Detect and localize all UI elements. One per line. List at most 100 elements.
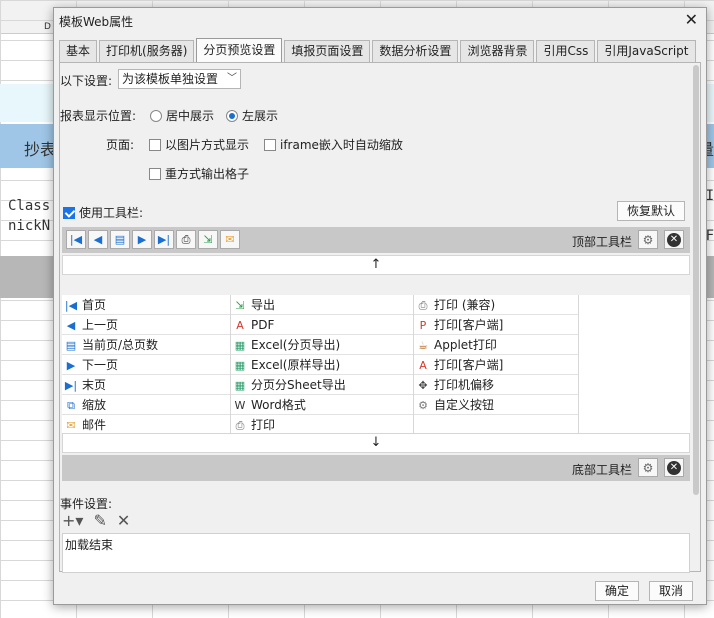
cancel-button[interactable]: 取消 (649, 581, 693, 601)
toolbar-button-grid: |◀ 首页 ◀ 上一页 ▤ 当前页/总页数 ▶ 下一页 ▶| 末页 ⧉ 缩放 ✉ 邮件 ⇲ 导出 A PDF ▦ E… (62, 295, 690, 435)
toolbar-option[interactable]: ⎙ 打印 (兼容) (414, 295, 578, 315)
toolbar-option-label: 缩放 (82, 398, 107, 412)
pdf-print-icon: P (419, 319, 427, 332)
toolbar-option[interactable]: ☕ Applet打印 (414, 335, 578, 355)
grid-output-option[interactable]: 重方式输出格子 (149, 165, 249, 182)
page-preview-panel: 以下设置: 为该模板单独设置 ﹀ 报表显示位置: 居中展示 左展示 页面: 以图… (59, 62, 701, 573)
ok-button[interactable]: 确定 (595, 581, 639, 601)
option-label: iframe嵌入时自动缩放 (280, 138, 403, 152)
print-icon[interactable]: ⎙ (176, 230, 196, 249)
move-down-button[interactable]: ↓ (62, 433, 690, 453)
settings-select[interactable]: 为该模板单独设置 ﹀ (118, 69, 241, 89)
toolbar-option[interactable]: ▶| 末页 (62, 375, 230, 395)
image-display-option[interactable]: 以图片方式显示 (149, 136, 249, 153)
toolbar-option[interactable]: ⚙ 自定义按钮 (414, 395, 578, 415)
option-label: 使用工具栏: (79, 206, 144, 220)
grid-divider (578, 295, 579, 434)
toolbar-option[interactable]: ▶ 下一页 (62, 355, 230, 375)
scrollbar-thumb[interactable] (693, 65, 699, 495)
iframe-scale-option[interactable]: iframe嵌入时自动缩放 (264, 136, 403, 153)
toolbar-option-label: 末页 (82, 378, 107, 392)
toolbar-option-label: Excel(原样导出) (251, 358, 341, 372)
excel-icon: ▦ (234, 379, 246, 392)
move-up-button[interactable]: ↑ (62, 255, 690, 275)
toolbar-option[interactable]: ✉ 邮件 (62, 415, 230, 435)
toolbar-option[interactable]: W Word格式 (231, 395, 413, 415)
iframe-scale-checkbox[interactable] (264, 139, 276, 151)
grid-output-checkbox[interactable] (149, 168, 161, 180)
next-page-icon[interactable]: ▶ (132, 230, 152, 249)
tab-printer-server[interactable]: 打印机(服务器) (99, 40, 195, 62)
move-icon: ✥ (418, 379, 428, 392)
bottom-toolbar-label: 底部工具栏 (571, 463, 632, 477)
toolbar-option[interactable]: ⎙ 打印 (231, 415, 413, 435)
toolbar-option[interactable]: |◀ 首页 (62, 295, 230, 315)
toolbar-option[interactable]: A 打印[客户端] (414, 355, 578, 375)
last-page-icon[interactable]: ▶| (154, 230, 174, 249)
gear-icon[interactable]: ⚙ (638, 230, 658, 249)
tab-page-preview[interactable]: 分页预览设置 (196, 38, 283, 62)
prev-page-icon[interactable]: ◀ (88, 230, 108, 249)
last-page-icon: ▶| (64, 379, 78, 392)
position-center-option[interactable]: 居中展示 (150, 107, 214, 124)
add-event-icon[interactable]: +▾ (62, 511, 83, 530)
position-left-option[interactable]: 左展示 (226, 107, 278, 124)
first-page-icon[interactable]: |◀ (66, 230, 86, 249)
tab-fill-page[interactable]: 填报页面设置 (284, 40, 371, 62)
tab-javascript[interactable]: 引用JavaScript (597, 40, 696, 62)
mail-icon[interactable]: ✉ (220, 230, 240, 249)
delete-icon[interactable]: ✕ (117, 511, 130, 530)
remove-toolbar-icon[interactable]: ✕ (664, 230, 684, 249)
option-label: 左展示 (242, 109, 279, 123)
event-toolbar: +▾ ✎ ✕ (62, 511, 130, 530)
code-line: Class (8, 198, 51, 214)
gear-icon: ⚙ (418, 399, 428, 412)
restore-default-button[interactable]: 恢复默认 (617, 201, 685, 221)
toolbar-option-label: Excel(分页导出) (251, 338, 341, 352)
toolbar-option[interactable]: ⇲ 导出 (231, 295, 413, 315)
toolbar-option[interactable]: ▦ Excel(原样导出) (231, 355, 413, 375)
toolbar-option-label: 导出 (251, 298, 276, 312)
web-properties-dialog: 模板Web属性 ✕ 基本 打印机(服务器) 分页预览设置 填报页面设置 数据分析… (53, 7, 707, 605)
tab-basic[interactable]: 基本 (59, 40, 98, 62)
list-item[interactable]: 加载结束 (65, 536, 687, 553)
page-label: 页面: (106, 138, 135, 152)
toolbar-option[interactable]: ✥ 打印机偏移 (414, 375, 578, 395)
scrollbar[interactable] (692, 63, 700, 571)
toolbar-option-label: 下一页 (82, 358, 119, 372)
prev-page-icon: ◀ (66, 319, 76, 332)
radio-left[interactable] (226, 110, 238, 122)
edit-icon[interactable]: ✎ (93, 511, 106, 530)
tab-browser-background[interactable]: 浏览器背景 (460, 40, 535, 62)
toolbar-option[interactable]: A PDF (231, 315, 413, 335)
radio-center[interactable] (150, 110, 162, 122)
dialog-titlebar[interactable]: 模板Web属性 ✕ (54, 8, 706, 34)
tab-strip: 基本 打印机(服务器) 分页预览设置 填报页面设置 数据分析设置 浏览器背景 引… (59, 38, 698, 62)
tab-css[interactable]: 引用Css (536, 40, 596, 62)
bottom-toolbar: 底部工具栏 ⚙ ✕ (62, 455, 690, 481)
toolbar-option-label: 打印机偏移 (434, 378, 495, 392)
tab-data-analysis[interactable]: 数据分析设置 (372, 40, 459, 62)
page-count-icon[interactable]: ▤ (110, 230, 130, 249)
event-list: 加载结束 (62, 533, 690, 573)
use-toolbar-option[interactable]: 使用工具栏: (63, 204, 143, 221)
toolbar-option-label: 当前页/总页数 (82, 338, 159, 352)
toolbar-option[interactable]: ▤ 当前页/总页数 (62, 335, 230, 355)
position-label: 报表显示位置: (60, 109, 137, 123)
toolbar-option[interactable]: ◀ 上一页 (62, 315, 230, 335)
toolbar-option[interactable]: P 打印[客户端] (414, 315, 578, 335)
toolbar-option[interactable]: ▦ 分页分Sheet导出 (231, 375, 413, 395)
close-icon[interactable]: ✕ (685, 10, 698, 29)
remove-toolbar-icon[interactable]: ✕ (664, 458, 684, 477)
export-icon[interactable]: ⇲ (198, 230, 218, 249)
next-page-icon: ▶ (66, 359, 76, 372)
image-display-checkbox[interactable] (149, 139, 161, 151)
toolbar-option-label: 上一页 (82, 318, 119, 332)
toolbar-option[interactable]: ▦ Excel(分页导出) (231, 335, 413, 355)
use-toolbar-checkbox[interactable] (63, 207, 75, 219)
events-label: 事件设置: (60, 497, 113, 511)
option-label: 重方式输出格子 (165, 167, 250, 181)
code-line: nickN (8, 218, 51, 234)
gear-icon[interactable]: ⚙ (638, 458, 658, 477)
toolbar-option[interactable]: ⧉ 缩放 (62, 395, 230, 415)
